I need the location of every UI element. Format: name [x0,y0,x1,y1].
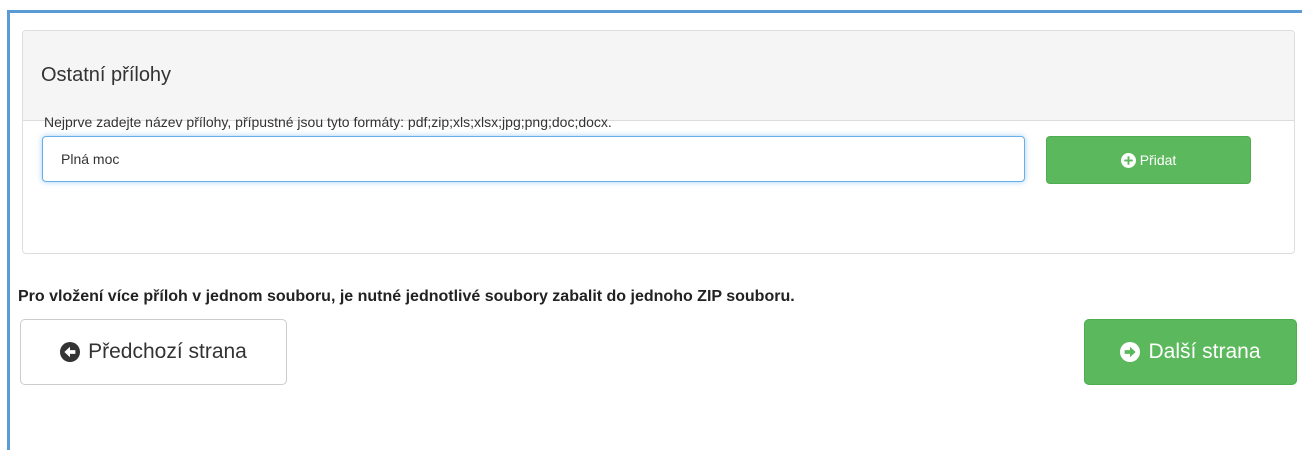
panel-title: Ostatní přílohy [41,64,172,86]
add-button-label: Přidat [1139,152,1177,168]
panel-heading: Ostatní přílohy [23,31,1294,121]
zip-note: Pro vložení více příloh v jednom souboru… [18,288,795,305]
arrow-right-circle-icon [1120,342,1141,362]
next-page-button[interactable]: Další strana [1084,319,1297,385]
next-page-label: Další strana [1148,340,1261,363]
attachment-name-input[interactable] [42,136,1025,182]
plus-circle-icon [1120,152,1136,168]
previous-page-label: Předchozí strana [88,340,247,363]
arrow-left-circle-icon [60,342,81,362]
add-attachment-button[interactable]: Přidat [1046,136,1251,184]
attachment-help-text: Nejprve zadejte název přílohy, přípustné… [44,114,612,130]
previous-page-button[interactable]: Předchozí strana [20,319,287,385]
